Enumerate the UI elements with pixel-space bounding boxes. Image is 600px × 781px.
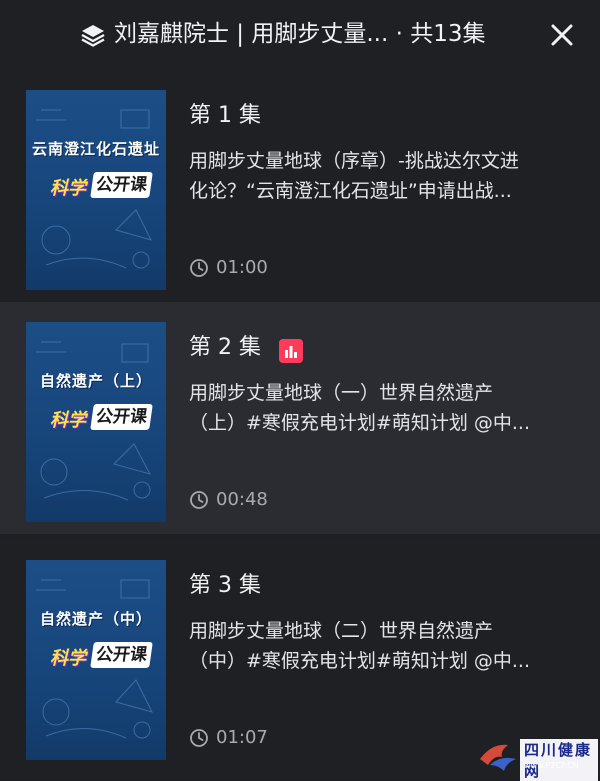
episode-description-line: 用脚步丈量地球（一）世界自然遗产 (189, 382, 494, 404)
episode-description-line: （中）#寒假充电计划#萌知计划 @中... (189, 650, 530, 672)
episode-thumbnail[interactable]: 自然遗产（中） 科学 公开课 (26, 560, 166, 760)
thumbnail-badge: 科学 公开课 (44, 170, 154, 200)
close-icon[interactable] (546, 19, 578, 51)
episode-number: 第 3 集 (189, 573, 261, 598)
episode-description-line: （上）#寒假充电计划#萌知计划 @中... (189, 412, 530, 434)
thumbnail-badge-science: 科学 (50, 410, 86, 431)
thumbnail-badge: 科学 公开课 (44, 402, 154, 432)
thumbnail-badge: 科学 公开课 (44, 640, 154, 670)
episode-description-line: 用脚步丈量地球（序章）-挑战达尔文进 (189, 150, 519, 172)
thumbnail-caption: 云南澄江化石遗址 (31, 140, 160, 158)
episode-thumbnail[interactable]: 云南澄江化石遗址 科学 公开课 (26, 90, 166, 290)
duration-text: 00:48 (216, 489, 268, 510)
playlist-header: 刘嘉麒院士 | 用脚步丈量... · 共13集 (0, 0, 600, 70)
episode-thumbnail[interactable]: 自然遗产（上） 科学 公开课 (26, 322, 166, 522)
episode-item-current[interactable]: 自然遗产（上） 科学 公开课 第 2 集 用脚步丈量地球（一）世界自然遗产 （上… (0, 302, 600, 534)
thumbnail-badge-course: 公开课 (90, 404, 153, 430)
equalizer-icon (279, 339, 303, 363)
clock-icon (190, 491, 208, 509)
clock-icon (190, 259, 208, 277)
episode-description-line: 用脚步丈量地球（二）世界自然遗产 (189, 620, 494, 642)
episode-description: 用脚步丈量地球（一）世界自然遗产 （上）#寒假充电计划#萌知计划 @中... (189, 378, 579, 438)
thumbnail-badge-course: 公开课 (90, 642, 153, 668)
bird-logo (480, 744, 516, 771)
playlist-title: 刘嘉麒院士 | 用脚步丈量... · 共13集 (114, 21, 486, 47)
layers-icon (81, 25, 105, 47)
thumbnail-caption: 自然遗产（中） (39, 610, 152, 628)
episode-number: 第 2 集 (189, 335, 261, 360)
thumbnail-badge-science: 科学 (50, 178, 86, 199)
clock-icon (190, 729, 208, 747)
thumbnail-caption: 自然遗产（上） (39, 372, 152, 390)
site-watermark: 四川健康网 www.P2CP.CN (472, 737, 598, 781)
episode-item[interactable]: 云南澄江化石遗址 科学 公开课 第 1 集 用脚步丈量地球（序章）-挑战达尔文进… (0, 70, 600, 302)
episode-description: 用脚步丈量地球（序章）-挑战达尔文进 化论？“云南澄江化石遗址”申请出战... (189, 146, 579, 206)
thumbnail-badge-course: 公开课 (90, 172, 153, 198)
watermark-text: 四川健康网 (520, 739, 598, 781)
watermark-url: www.P2CP.CN (524, 761, 579, 770)
duration-text: 01:07 (216, 727, 268, 748)
duration-text: 01:00 (216, 257, 268, 278)
thumbnail-badge-science: 科学 (50, 648, 86, 669)
episode-number: 第 1 集 (189, 103, 261, 128)
episode-description: 用脚步丈量地球（二）世界自然遗产 （中）#寒假充电计划#萌知计划 @中... (189, 616, 579, 676)
episode-description-line: 化论？“云南澄江化石遗址”申请出战... (189, 180, 512, 202)
